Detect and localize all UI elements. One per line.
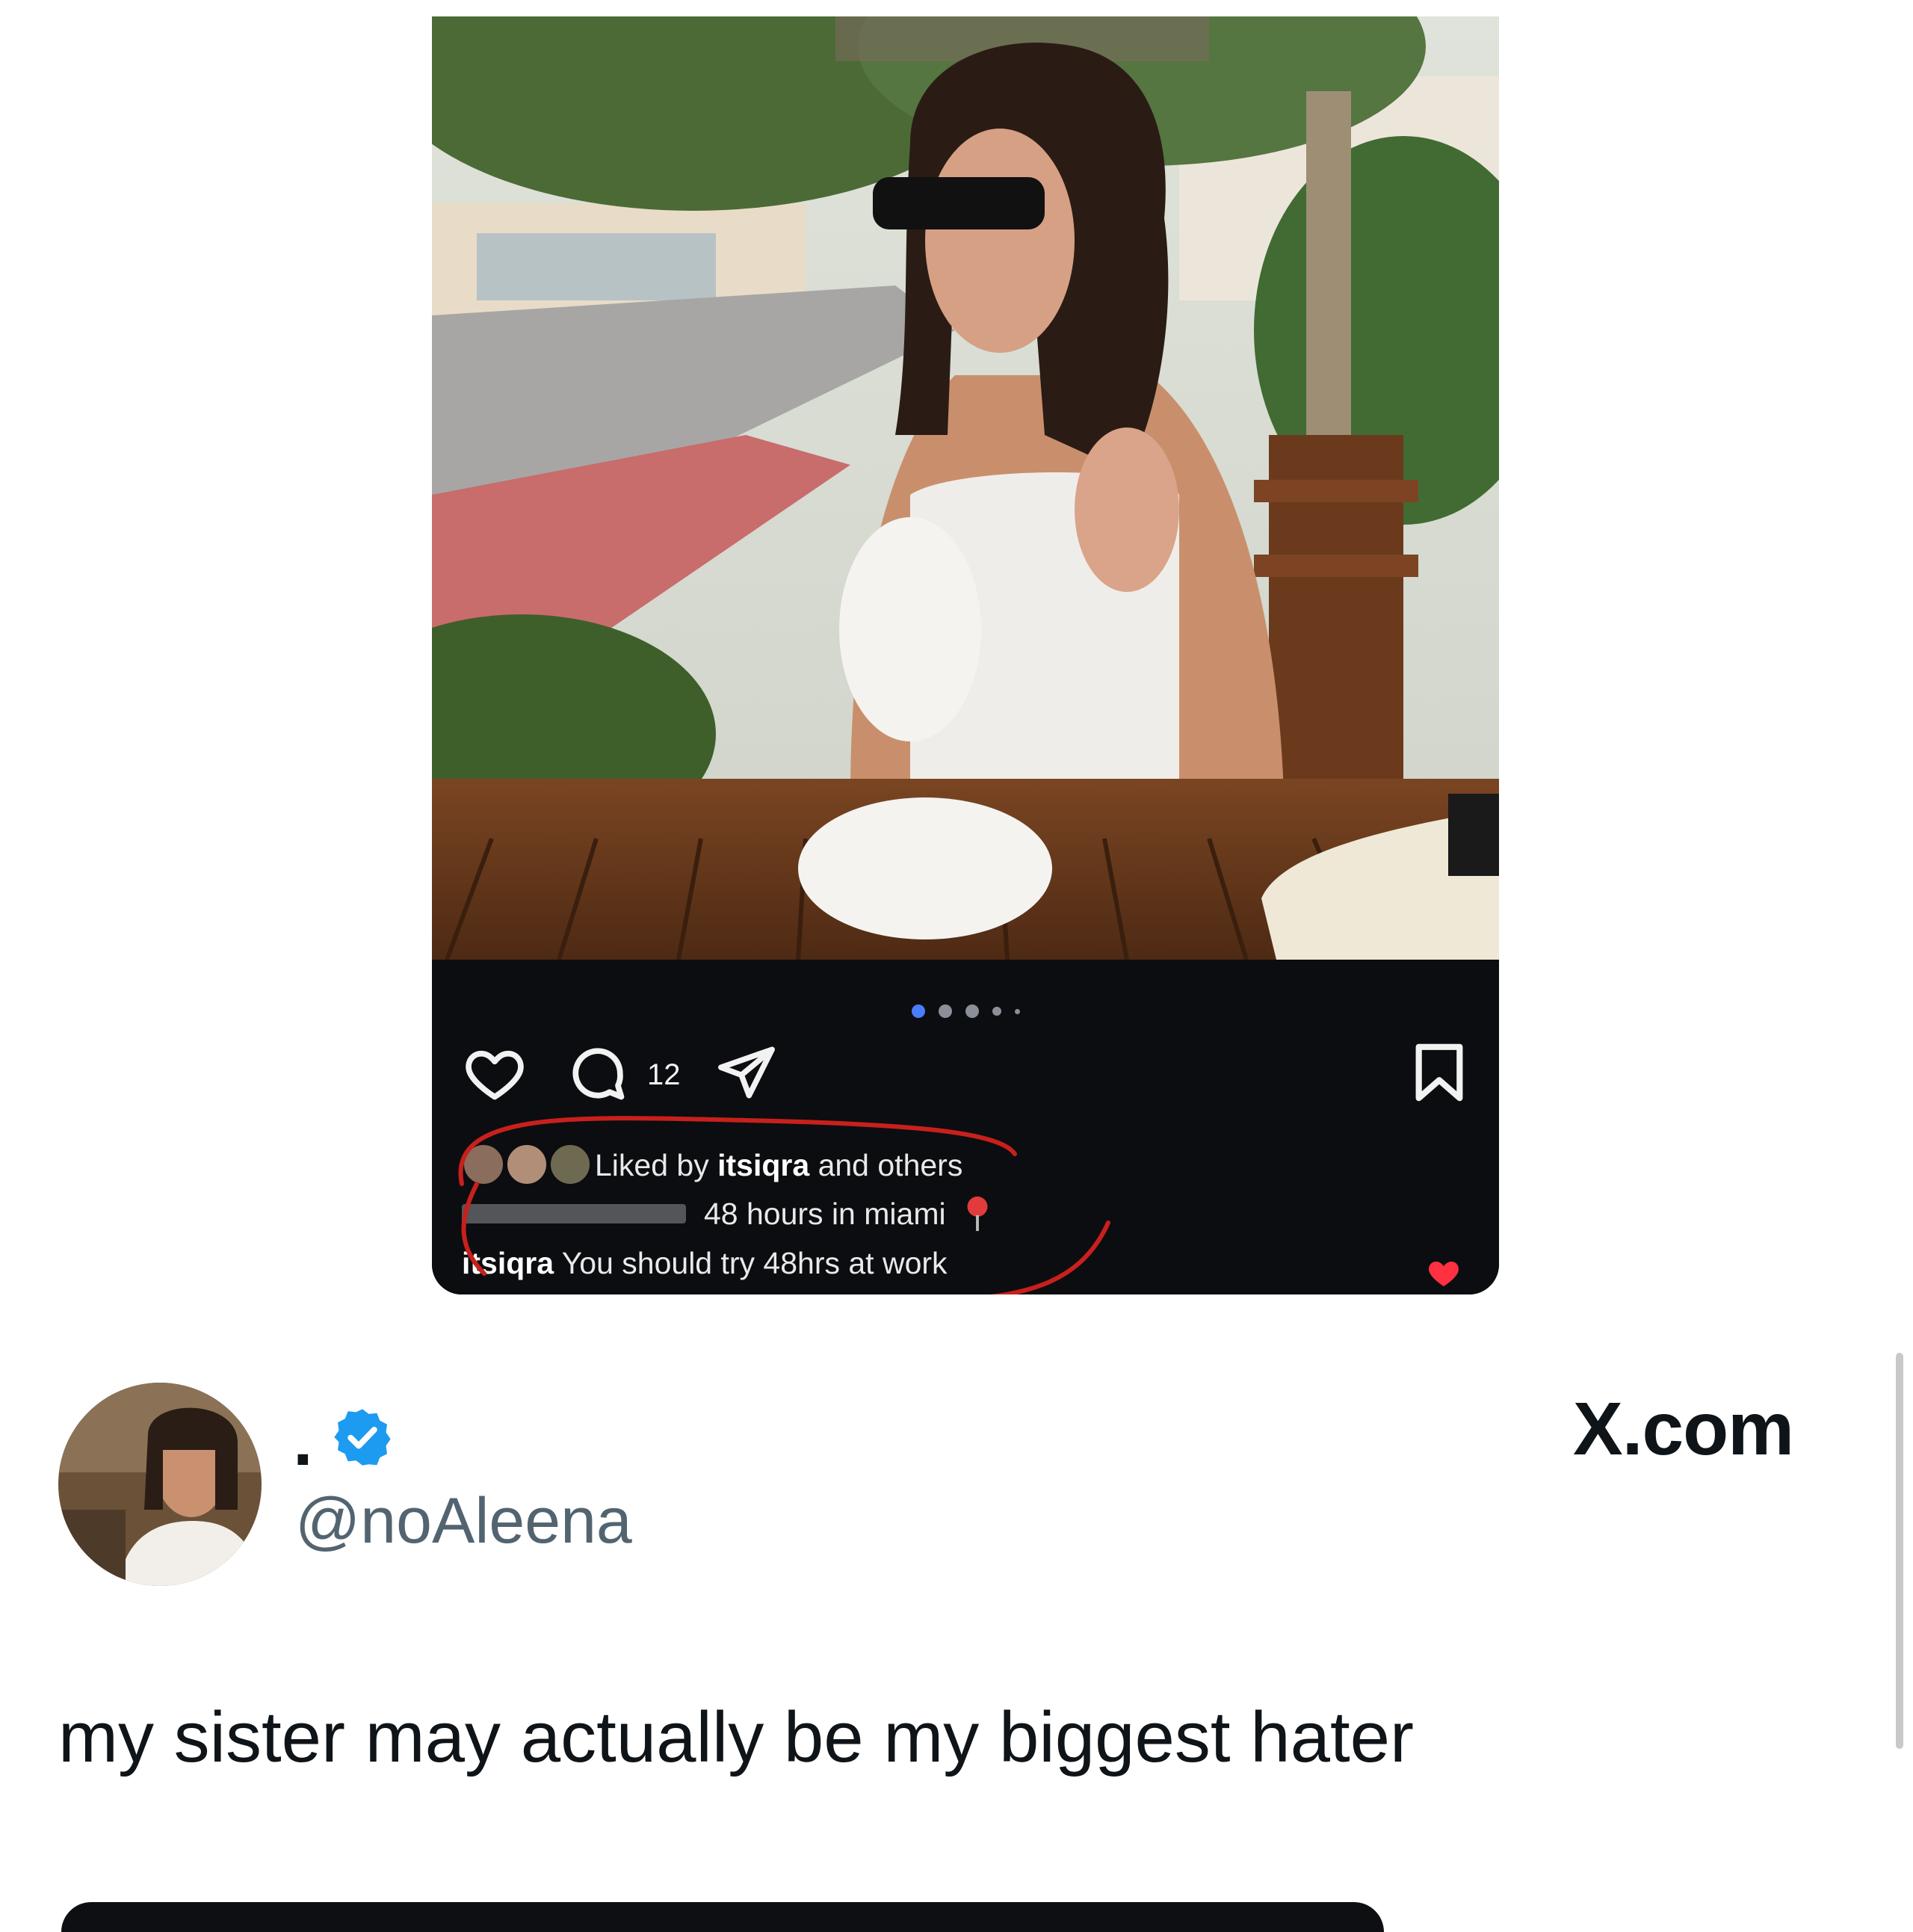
comment-count: 12 xyxy=(647,1058,681,1091)
comment-like-heart-icon[interactable] xyxy=(1426,1255,1462,1288)
user-handle[interactable]: @noAleena xyxy=(295,1486,632,1557)
next-media-preview[interactable] xyxy=(61,1902,1384,1932)
carousel-dot-active xyxy=(911,1004,925,1018)
caption-text: 48 hours in miami xyxy=(704,1196,946,1231)
carousel-dot xyxy=(992,1007,1001,1016)
post-actions: 12 xyxy=(462,1042,1471,1109)
commenter-username[interactable]: itsiqra xyxy=(462,1246,554,1280)
carousel-dot xyxy=(965,1004,979,1018)
bookmark-icon[interactable] xyxy=(1412,1042,1466,1103)
liker-avatar xyxy=(505,1143,548,1186)
liked-by-text: Liked by itsiqra and others xyxy=(595,1147,963,1182)
comment-text: itsiqra You should try 48hrs at work xyxy=(462,1245,948,1280)
scrollbar[interactable] xyxy=(1896,1353,1903,1749)
like-heart-icon[interactable] xyxy=(462,1042,528,1105)
liker-avatar xyxy=(548,1143,592,1186)
caption-row: 48 hours in miami xyxy=(462,1193,992,1235)
profile-avatar[interactable] xyxy=(58,1383,262,1586)
liked-by-row[interactable]: Liked by itsiqra and others xyxy=(462,1143,962,1188)
display-name[interactable]: . xyxy=(293,1405,313,1477)
location-pin-icon xyxy=(967,1196,988,1232)
post-photo[interactable] xyxy=(432,16,1499,960)
post-action-area: 12 Liked by itsiqra and others 48 hours xyxy=(432,960,1499,1294)
verified-badge-icon xyxy=(334,1409,391,1466)
liker-avatars xyxy=(462,1143,595,1188)
liker-username: itsiqra xyxy=(717,1147,810,1182)
carousel-dot xyxy=(938,1004,952,1018)
comment-bubble-icon[interactable] xyxy=(566,1042,629,1105)
instagram-post-card: 12 Liked by itsiqra and others 48 hours xyxy=(432,16,1499,1294)
liker-avatar xyxy=(462,1143,505,1186)
carousel-indicator[interactable] xyxy=(432,1004,1499,1018)
share-send-icon[interactable] xyxy=(716,1042,777,1103)
site-brand-label: X.com xyxy=(1573,1387,1794,1471)
tweet-text: my sister may actually be my biggest hat… xyxy=(58,1697,1415,1777)
carousel-dot xyxy=(1014,1008,1020,1014)
redacted-username xyxy=(462,1204,686,1223)
comment-row: itsiqra You should try 48hrs at work xyxy=(462,1242,948,1284)
